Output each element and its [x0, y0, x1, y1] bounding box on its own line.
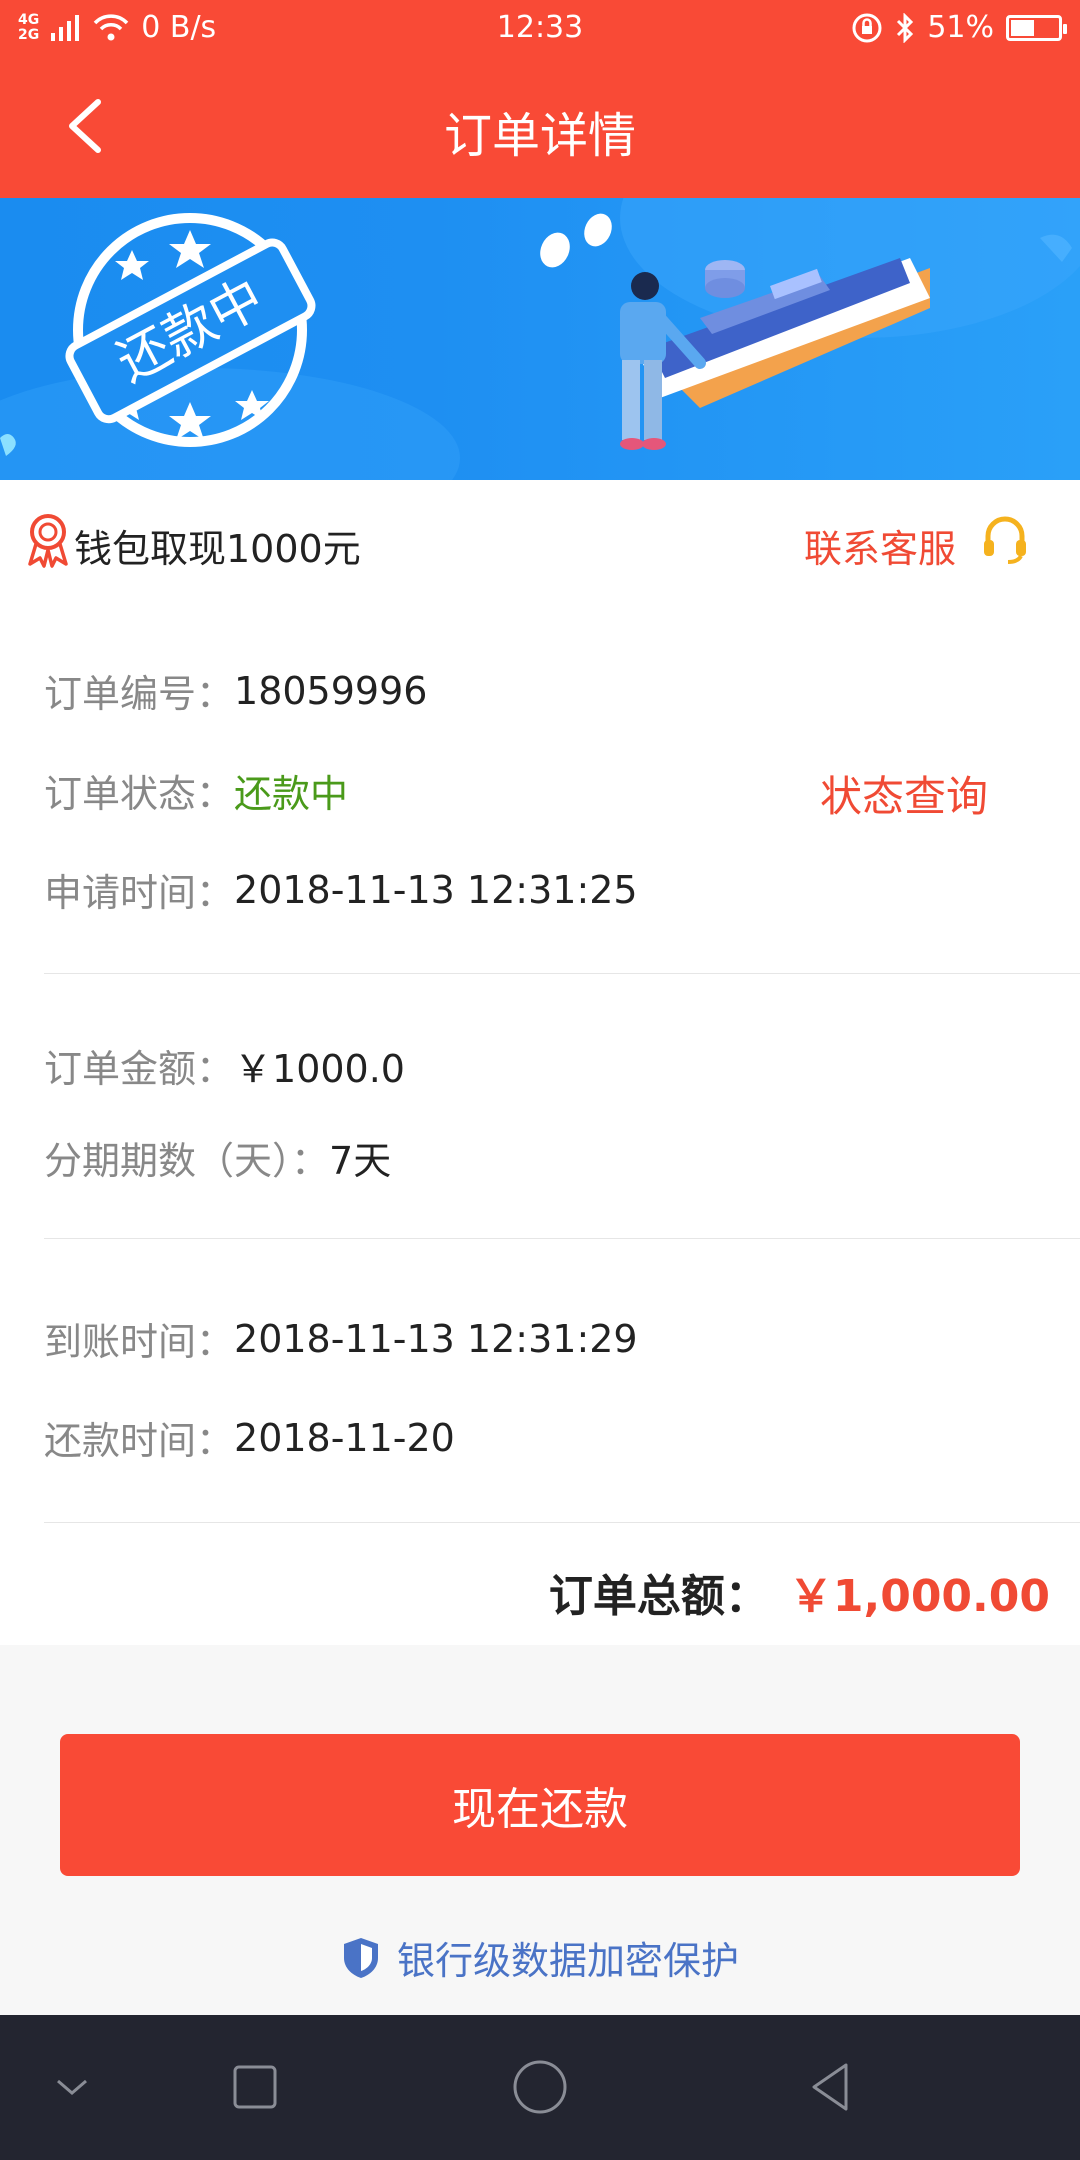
system-nav-bar: [0, 2015, 1080, 2160]
page-title: 订单详情: [443, 108, 636, 164]
shield-icon: [343, 1937, 378, 1978]
order-amount-label: 订单金额：: [44, 1047, 235, 1091]
status-bar: 4G 2G 0 B/s 12:33 51%: [0, 0, 1080, 56]
order-details-card: 订单编号： 18059996 订单状态： 还款中 状态查询 申请时间： 2018…: [0, 600, 1080, 1645]
banner-illustration: 还款中: [0, 198, 1080, 480]
battery-fill: [1011, 19, 1035, 36]
order-status-value: 还款中: [234, 772, 349, 816]
status-banner: 还款中: [0, 198, 1080, 480]
order-amount-value: ￥1000.0: [234, 1047, 405, 1091]
apply-time-value: 2018-11-13 12:31:25: [234, 867, 638, 912]
divider: [44, 1238, 1080, 1239]
order-number-label: 订单编号：: [44, 672, 235, 716]
order-amount-row: 订单金额： ￥1000.0: [44, 1038, 405, 1093]
nav-bar: 订单详情: [0, 56, 1080, 198]
order-number-row: 订单编号： 18059996: [44, 663, 427, 718]
order-number-value: 18059996: [234, 668, 428, 713]
order-status-label: 订单状态：: [44, 772, 235, 816]
security-note: 银行级数据加密保护: [0, 1930, 1080, 1985]
rotation-lock-icon: [852, 13, 882, 42]
apply-time-row: 申请时间： 2018-11-13 12:31:25: [44, 862, 638, 917]
order-status-row: 订单状态： 还款中: [44, 763, 348, 818]
security-label: 银行级数据加密保护: [396, 1939, 739, 1983]
apply-time-label: 申请时间：: [44, 871, 235, 915]
medal-icon: [28, 514, 68, 568]
repay-time-value: 2018-11-20: [234, 1415, 455, 1460]
contact-service-link[interactable]: 联系客服: [804, 518, 956, 573]
repay-time-label: 还款时间：: [44, 1419, 235, 1463]
order-title-bar: 钱包取现1000元 联系客服: [0, 480, 1080, 601]
recents-square-icon[interactable]: [223, 2055, 287, 2119]
battery-percent: 51%: [927, 10, 994, 45]
installment-period-row: 分期期数（天）： 7天: [44, 1130, 391, 1185]
order-total-value: ￥1,000.00: [788, 1571, 1050, 1622]
status-query-link[interactable]: 状态查询: [820, 763, 988, 824]
installment-period-value: 7天: [329, 1139, 392, 1183]
installment-period-label: 分期期数（天）：: [44, 1139, 330, 1183]
repay-time-row: 还款时间： 2018-11-20: [44, 1410, 455, 1465]
divider: [44, 1522, 1080, 1523]
back-triangle-icon[interactable]: [798, 2055, 862, 2119]
status-right: 51%: [851, 10, 1067, 45]
chevron-down-icon[interactable]: [40, 2055, 104, 2119]
home-circle-icon[interactable]: [508, 2055, 572, 2119]
headset-icon[interactable]: [980, 514, 1030, 564]
arrival-time-row: 到账时间： 2018-11-13 12:31:29: [44, 1311, 638, 1366]
order-total: 订单总额： ￥1,000.00: [549, 1560, 1050, 1624]
arrival-time-value: 2018-11-13 12:31:29: [234, 1316, 638, 1361]
divider: [44, 973, 1080, 974]
repay-now-button[interactable]: 现在还款: [60, 1734, 1020, 1876]
order-title: 钱包取现1000元: [74, 527, 361, 571]
bluetooth-icon: [897, 12, 914, 43]
battery-icon: [1006, 14, 1067, 41]
order-total-label: 订单总额：: [548, 1571, 769, 1622]
arrival-time-label: 到账时间：: [44, 1320, 235, 1364]
